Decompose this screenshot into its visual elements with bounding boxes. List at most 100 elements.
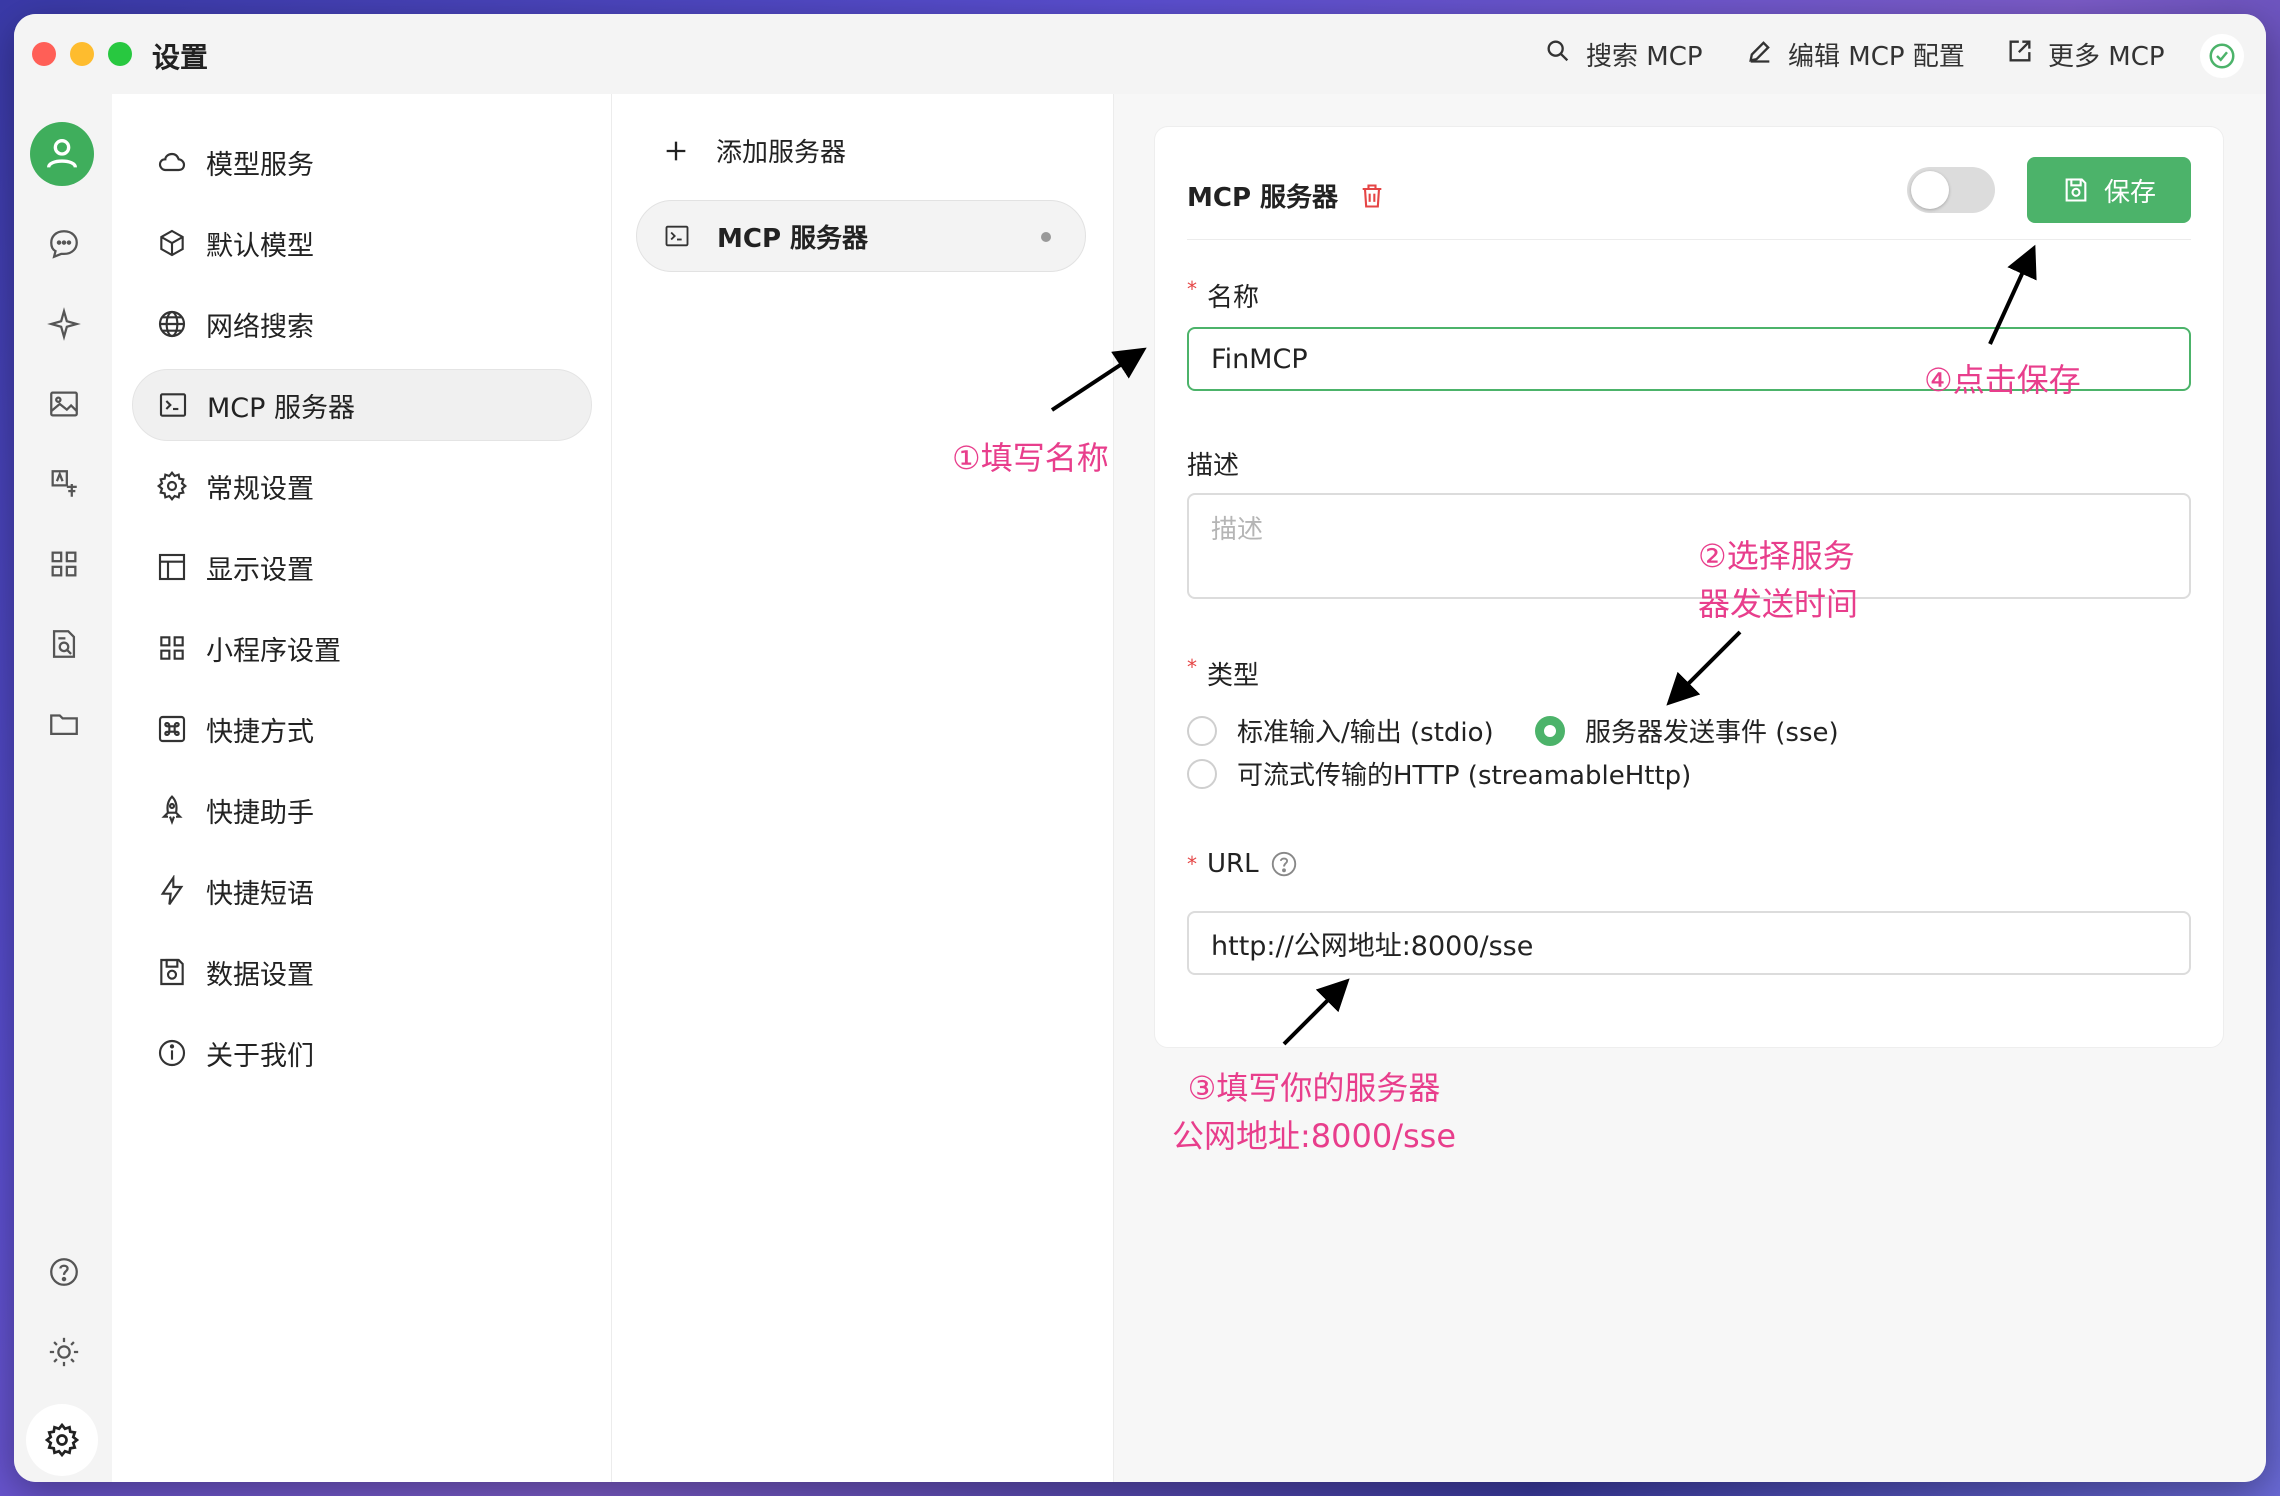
document-search-icon bbox=[52, 630, 76, 658]
translate-icon bbox=[51, 470, 77, 497]
gear-icon bbox=[156, 470, 188, 502]
terminal-icon bbox=[159, 393, 187, 417]
server-config-card: MCP 服务器 保存 * 名称 FinMCP 描述 描述 * 类型 标准输入/输出 … bbox=[1154, 126, 2224, 1048]
menu-item-miniapp-settings[interactable]: 小程序设置 bbox=[132, 612, 592, 684]
settings-menu: 模型服务 默认模型 网络搜索 MCP 服务器 常规设置 显示设置 小程序设置 快… bbox=[112, 94, 612, 1482]
status-check-icon bbox=[2200, 34, 2244, 78]
menu-item-data-settings[interactable]: 数据设置 bbox=[132, 936, 592, 1008]
left-rail bbox=[14, 94, 112, 1482]
menu-item-mcp-servers[interactable]: MCP 服务器 bbox=[132, 369, 592, 441]
radio-stdio[interactable] bbox=[1187, 715, 1217, 746]
help-icon[interactable] bbox=[1269, 849, 1299, 879]
avatar-icon bbox=[47, 139, 77, 168]
server-title-text: MCP 服务器 bbox=[1187, 183, 1339, 213]
menu-item-shortcuts[interactable]: 快捷方式 bbox=[132, 693, 592, 765]
type-option-streamable-http[interactable]: 可流式传输的HTTP (streamableHttp) bbox=[1187, 755, 1691, 792]
menu-item-web-search[interactable]: 网络搜索 bbox=[132, 288, 592, 360]
rail-agents-button[interactable] bbox=[36, 296, 92, 352]
annotation-select-type: ②选择服务 器发送时间 bbox=[1698, 537, 1859, 623]
menu-item-display-settings[interactable]: 显示设置 bbox=[132, 531, 592, 603]
sun-icon bbox=[49, 1337, 79, 1367]
command-icon bbox=[158, 715, 186, 743]
menu-item-label: 快捷方式 bbox=[206, 716, 314, 748]
menu-item-model-service[interactable]: 模型服务 bbox=[132, 126, 592, 198]
rail-theme-button[interactable] bbox=[36, 1324, 92, 1380]
menu-item-label: 快捷短语 bbox=[206, 878, 314, 910]
url-input[interactable]: http://公网地址:8000/sse bbox=[1187, 911, 2191, 975]
rail-help-button[interactable] bbox=[36, 1244, 92, 1300]
server-list: 添加服务器 MCP 服务器 bbox=[612, 94, 1114, 1482]
menu-item-default-model[interactable]: 默认模型 bbox=[132, 207, 592, 279]
globe-icon bbox=[158, 310, 186, 338]
menu-item-label: 网络搜索 bbox=[206, 311, 314, 343]
save-icon bbox=[2065, 178, 2087, 202]
menu-item-label: 显示设置 bbox=[206, 554, 314, 586]
menu-item-quick-assistant[interactable]: 快捷助手 bbox=[132, 774, 592, 846]
add-server-button[interactable]: 添加服务器 bbox=[662, 132, 846, 169]
edit-mcp-config-button[interactable]: 编辑 MCP 配置 bbox=[1746, 36, 1965, 73]
rocket-icon bbox=[161, 795, 183, 826]
search-mcp-label: 搜索 MCP bbox=[1586, 42, 1703, 72]
server-detail-pane: MCP 服务器 保存 * 名称 FinMCP 描述 描述 * 类型 标准输入/输出 … bbox=[1114, 94, 2266, 1482]
type-label: * 类型 bbox=[1187, 655, 1260, 691]
plus-icon bbox=[666, 141, 686, 160]
apps-icon bbox=[51, 551, 77, 577]
menu-item-label: 数据设置 bbox=[206, 959, 314, 991]
more-mcp-button[interactable]: 更多 MCP bbox=[2006, 36, 2165, 73]
trash-icon[interactable] bbox=[1358, 182, 1386, 210]
radio-sse[interactable] bbox=[1535, 715, 1565, 746]
terminal-icon bbox=[665, 225, 689, 247]
rail-chat-button[interactable] bbox=[36, 216, 92, 272]
server-item-label: MCP 服务器 bbox=[717, 223, 869, 254]
radio-streamable-http[interactable] bbox=[1187, 758, 1217, 789]
close-window-button[interactable] bbox=[32, 42, 56, 66]
more-mcp-label: 更多 MCP bbox=[2048, 42, 2165, 72]
menu-item-label: 模型服务 bbox=[206, 149, 314, 181]
rail-images-button[interactable] bbox=[36, 376, 92, 432]
type-option-sse[interactable]: 服务器发送事件 (sse) bbox=[1535, 712, 1839, 749]
avatar[interactable] bbox=[30, 122, 94, 186]
menu-item-label: 关于我们 bbox=[206, 1040, 314, 1072]
rail-files-button[interactable] bbox=[36, 696, 92, 752]
rail-settings-button[interactable] bbox=[26, 1404, 98, 1476]
layout-icon bbox=[158, 553, 186, 581]
help-icon bbox=[50, 1258, 78, 1286]
folder-icon bbox=[50, 714, 78, 736]
window-title: 设置 bbox=[152, 41, 209, 74]
menu-item-label: 快捷助手 bbox=[206, 797, 314, 829]
annotation-fill-name: ①填写名称 bbox=[952, 439, 1109, 477]
menu-item-label: 默认模型 bbox=[206, 230, 314, 262]
name-label: * 名称 bbox=[1187, 277, 1260, 313]
save-button[interactable]: 保存 bbox=[2027, 157, 2191, 223]
image-icon bbox=[50, 391, 78, 417]
description-label: 描述 bbox=[1187, 451, 1240, 481]
save-label: 保存 bbox=[2103, 177, 2156, 208]
type-option-stdio[interactable]: 标准输入/输出 (stdio) bbox=[1187, 712, 1494, 749]
search-icon bbox=[1544, 37, 1572, 72]
server-enabled-toggle[interactable] bbox=[1907, 167, 1995, 213]
description-input[interactable]: 描述 bbox=[1187, 493, 2191, 599]
divider bbox=[1187, 239, 2191, 240]
edit-mcp-config-label: 编辑 MCP 配置 bbox=[1788, 42, 1965, 72]
pencil-icon bbox=[1746, 37, 1774, 72]
rail-translate-button[interactable] bbox=[36, 456, 92, 512]
bolt-icon bbox=[160, 875, 184, 905]
minimize-window-button[interactable] bbox=[70, 42, 94, 66]
add-server-label: 添加服务器 bbox=[716, 138, 847, 168]
menu-item-label: MCP 服务器 bbox=[207, 392, 356, 424]
menu-item-about[interactable]: 关于我们 bbox=[132, 1017, 592, 1089]
cloud-icon bbox=[158, 152, 186, 172]
title-bar: 设置 搜索 MCP 编辑 MCP 配置 更多 MCP bbox=[14, 14, 2266, 94]
settings-window: 设置 搜索 MCP 编辑 MCP 配置 更多 MCP 模型服务 默认模型 网络搜… bbox=[14, 14, 2266, 1482]
rail-knowledge-button[interactable] bbox=[36, 616, 92, 672]
menu-item-quick-phrases[interactable]: 快捷短语 bbox=[132, 855, 592, 927]
menu-item-general-settings[interactable]: 常规设置 bbox=[132, 450, 592, 522]
sparkle-icon bbox=[47, 307, 81, 341]
search-mcp-button[interactable]: 搜索 MCP bbox=[1544, 36, 1703, 73]
zoom-window-button[interactable] bbox=[108, 42, 132, 66]
server-list-item[interactable]: MCP 服务器 bbox=[636, 200, 1086, 272]
rail-apps-button[interactable] bbox=[36, 536, 92, 592]
server-title: MCP 服务器 bbox=[1187, 177, 1386, 214]
menu-item-label: 小程序设置 bbox=[206, 635, 341, 667]
cube-icon bbox=[160, 229, 184, 257]
